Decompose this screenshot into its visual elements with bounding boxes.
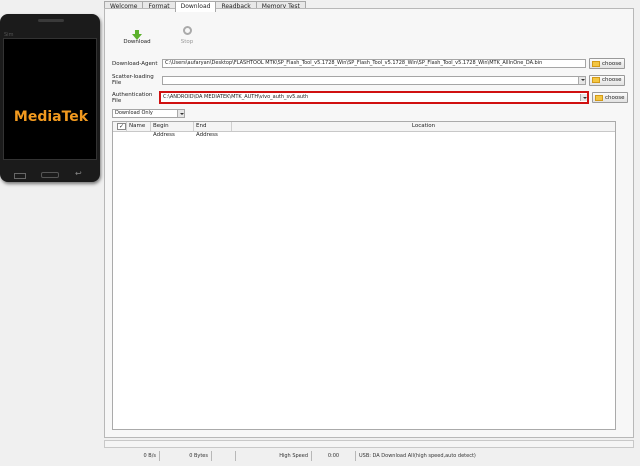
stop-icon xyxy=(181,26,193,36)
download-agent-field[interactable]: C:\Users\aufaryan\Desktop\FLASHTOOL MTK\… xyxy=(162,59,586,68)
status-bytes: 0 Bytes xyxy=(160,451,212,461)
menu-key-icon xyxy=(12,172,26,179)
chevron-down-icon[interactable] xyxy=(580,94,587,101)
stop-button-label: Stop xyxy=(180,39,194,45)
column-name[interactable]: Name xyxy=(127,122,151,131)
scatter-file-combo[interactable] xyxy=(162,75,586,85)
download-agent-row: Download-Agent C:\Users\aufaryan\Desktop… xyxy=(112,58,625,69)
auth-file-value: C:\ANDROID\DA MEDIATEK\MTK_AUTH\vivo_aut… xyxy=(163,94,309,100)
tab-download[interactable]: Download xyxy=(174,1,217,12)
auth-row: Authentication File C:\ANDROID\DA MEDIAT… xyxy=(112,91,628,104)
chevron-down-icon[interactable] xyxy=(177,110,184,117)
download-mode-select[interactable]: Download Only xyxy=(112,109,185,118)
scatter-label: Scatter-loading File xyxy=(112,74,154,86)
chevron-down-icon[interactable] xyxy=(578,76,585,84)
stop-button[interactable]: Stop xyxy=(162,26,212,45)
table-header: ✓ Name Begin Address End Address Locatio… xyxy=(113,122,615,138)
auth-choose-button[interactable]: choose xyxy=(592,92,628,103)
column-location[interactable]: Location xyxy=(232,122,615,131)
folder-icon xyxy=(595,94,603,101)
download-agent-choose-button[interactable]: choose xyxy=(589,58,625,69)
column-begin-address[interactable]: Begin Address xyxy=(151,122,194,138)
select-all-checkbox-cell[interactable]: ✓ xyxy=(113,122,127,131)
download-mode-value: Download Only xyxy=(115,110,153,116)
select-all-checkbox[interactable]: ✓ xyxy=(117,123,126,130)
download-button[interactable]: Download xyxy=(112,26,162,45)
status-blank xyxy=(212,451,236,461)
status-mode: High Speed xyxy=(236,451,312,461)
auth-label: Authentication File xyxy=(112,91,153,104)
partition-table: ✓ Name Begin Address End Address Locatio… xyxy=(112,121,616,430)
download-agent-label: Download-Agent xyxy=(112,60,158,67)
choose-label: choose xyxy=(602,77,622,83)
phone-image: Sim MediaTek xyxy=(0,14,100,182)
choose-label: choose xyxy=(602,60,622,67)
mediatek-logo: MediaTek xyxy=(13,109,89,125)
status-time: 0:00 xyxy=(312,451,356,461)
scatter-choose-button[interactable]: choose xyxy=(589,74,625,86)
back-key-icon xyxy=(74,169,88,178)
phone-screen: MediaTek xyxy=(3,38,97,160)
folder-icon xyxy=(592,77,600,83)
choose-label: choose xyxy=(605,94,625,101)
toolbar: Download Stop xyxy=(112,26,212,45)
column-end-address[interactable]: End Address xyxy=(194,122,232,138)
home-key-icon xyxy=(41,172,59,178)
auth-file-combo[interactable]: C:\ANDROID\DA MEDIATEK\MTK_AUTH\vivo_aut… xyxy=(159,91,589,104)
scatter-row: Scatter-loading File choose xyxy=(112,74,625,86)
download-arrow-icon xyxy=(131,26,143,40)
progress-bar xyxy=(104,440,634,448)
phone-speaker xyxy=(38,19,64,22)
folder-icon xyxy=(592,60,600,67)
status-message: USB: DA Download All(high speed,auto det… xyxy=(359,453,476,459)
status-speed: 0 B/s xyxy=(104,451,160,461)
status-bar: 0 B/s 0 Bytes High Speed 0:00 USB: DA Do… xyxy=(104,451,634,461)
